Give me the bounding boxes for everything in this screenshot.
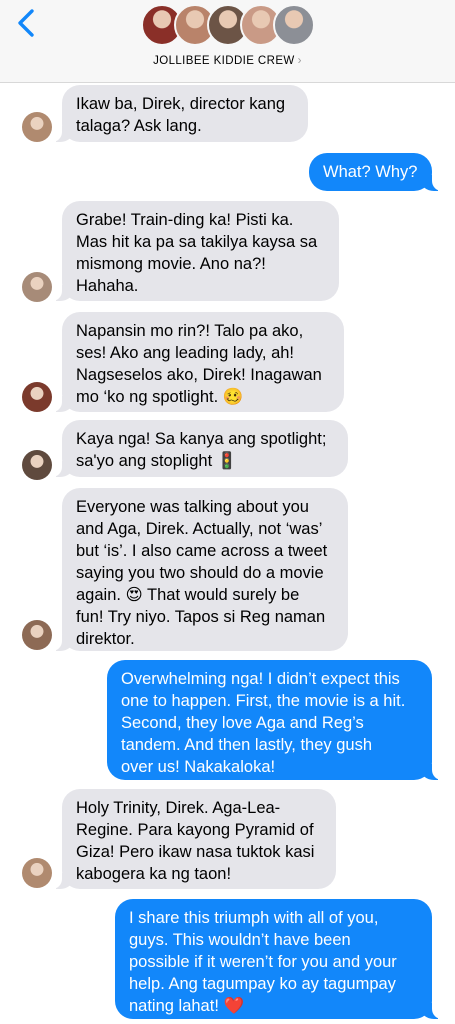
message-bubble-outgoing[interactable]: I share this triumph with all of you, gu… xyxy=(115,899,442,1019)
message-bubble-incoming[interactable]: Ikaw ba, Direk, director kang talaga? As… xyxy=(52,85,308,142)
avatar xyxy=(22,382,52,412)
avatar xyxy=(22,858,52,888)
avatar xyxy=(22,272,52,302)
message-bubble-incoming[interactable]: Everyone was talking about you and Aga, … xyxy=(52,488,348,651)
message-bubble-outgoing[interactable]: What? Why? xyxy=(309,153,442,191)
message-bubble-incoming[interactable]: Kaya nga! Sa kanya ang spotlight; sa'yo … xyxy=(52,420,348,477)
message-text: Kaya nga! Sa kanya ang spotlight; sa'yo … xyxy=(76,430,327,470)
message-bubble-incoming[interactable]: Grabe! Train-ding ka! Pisti ka. Mas hit … xyxy=(52,201,339,301)
avatar xyxy=(22,112,52,142)
message-bubble-incoming[interactable]: Napansin mo rin?! Talo pa ako, ses! Ako … xyxy=(52,312,344,412)
message-text: Overwhelming nga! I didn’t expect this o… xyxy=(121,670,406,776)
message-text: Everyone was talking about you and Aga, … xyxy=(76,498,328,648)
message-bubble-incoming[interactable]: Holy Trinity, Direk. Aga-Lea- Regine. Pa… xyxy=(52,789,336,889)
message-text: I share this triumph with all of you, gu… xyxy=(129,909,397,1015)
avatar xyxy=(22,450,52,480)
avatar xyxy=(22,620,52,650)
message-thread: Ikaw ba, Direk, director kang talaga? As… xyxy=(0,0,455,1024)
message-text: Ikaw ba, Direk, director kang talaga? As… xyxy=(76,95,286,135)
message-bubble-outgoing[interactable]: Overwhelming nga! I didn’t expect this o… xyxy=(107,660,442,780)
message-text: Napansin mo rin?! Talo pa ako, ses! Ako … xyxy=(76,322,322,406)
message-text: Grabe! Train-ding ka! Pisti ka. Mas hit … xyxy=(76,211,318,295)
message-text: Holy Trinity, Direk. Aga-Lea- Regine. Pa… xyxy=(76,799,315,883)
message-text: What? Why? xyxy=(323,163,418,181)
